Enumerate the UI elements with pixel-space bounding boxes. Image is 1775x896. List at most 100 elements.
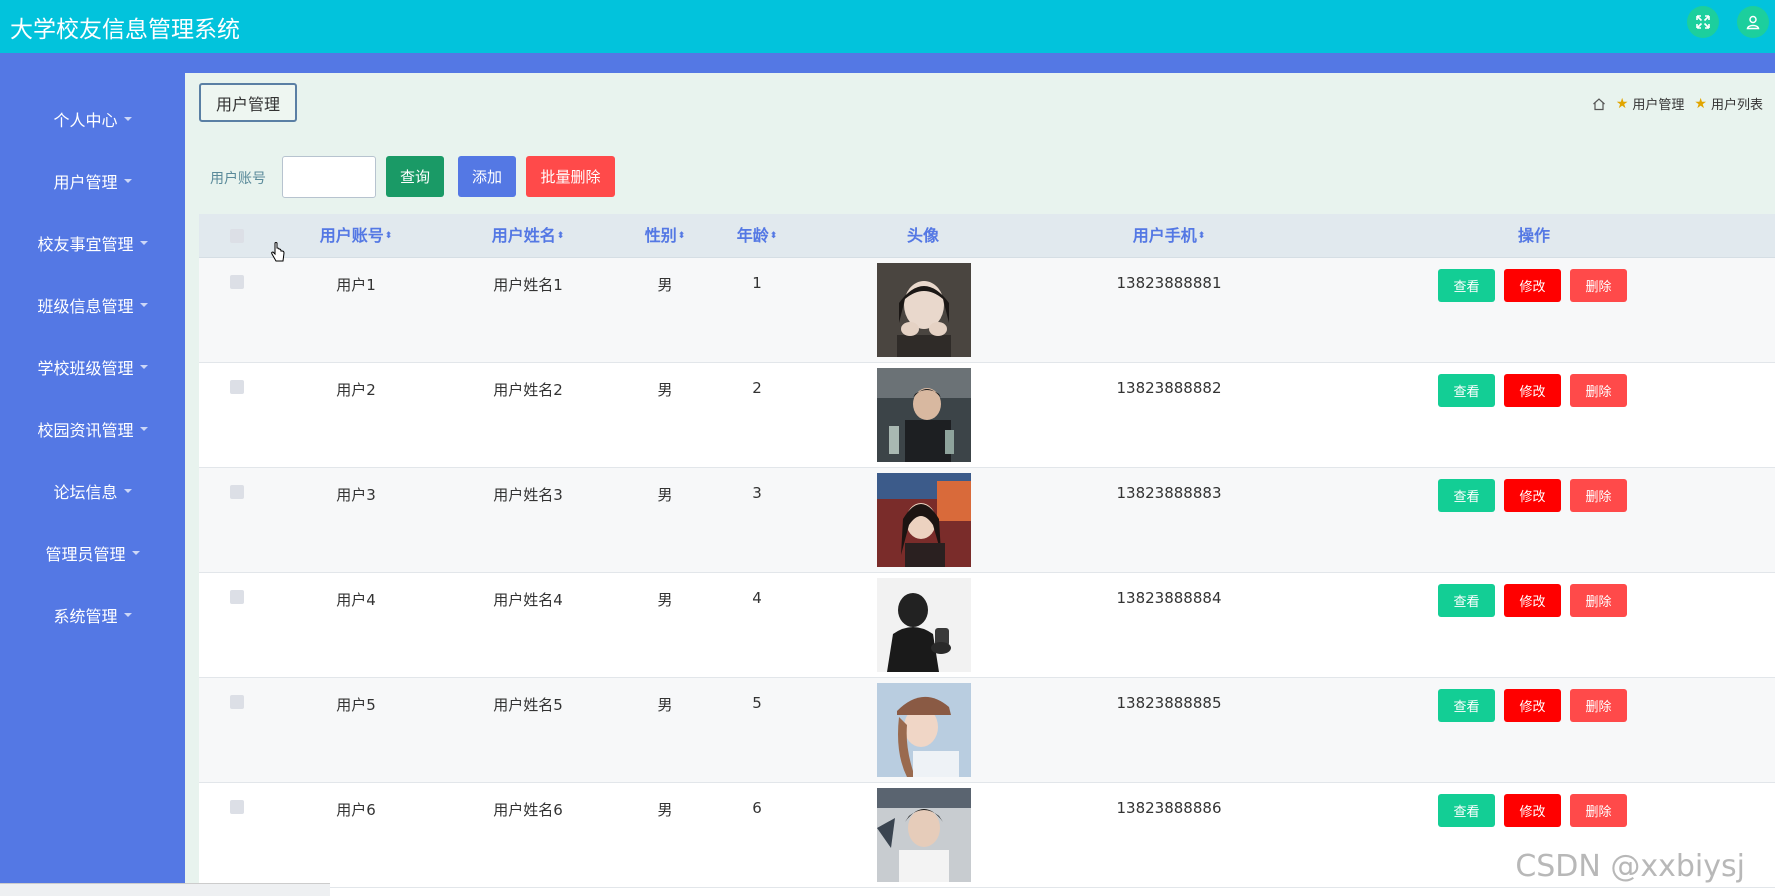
caret-down-icon <box>139 241 148 245</box>
cell-gender: 男 <box>657 591 673 609</box>
delete-button[interactable]: 删除 <box>1570 584 1627 617</box>
sidebar-item-label: 管理员管理 <box>45 545 126 564</box>
row-checkbox[interactable] <box>230 695 244 709</box>
header-name[interactable]: 用户姓名⬍ <box>492 214 565 257</box>
sidebar-item-class-info[interactable]: 班级信息管理 <box>0 285 185 325</box>
fullscreen-icon <box>1696 15 1710 29</box>
cell-phone: 13823888882 <box>1116 379 1222 397</box>
table-row: 用户3 用户姓名3 男 3 13823888883 查看 修改 删除 <box>199 468 1775 573</box>
header-phone[interactable]: 用户手机⬍ <box>1133 214 1206 257</box>
sort-icon: ⬍ <box>556 231 565 241</box>
delete-button[interactable]: 删除 <box>1570 374 1627 407</box>
sidebar-item-admin-management[interactable]: 管理员管理 <box>0 533 185 573</box>
cell-name: 用户姓名2 <box>493 381 563 399</box>
cell-account: 用户4 <box>336 591 376 609</box>
breadcrumb-item: 用户列表 <box>1710 98 1763 113</box>
row-checkbox[interactable] <box>230 800 244 814</box>
sidebar-item-label: 个人中心 <box>53 111 118 130</box>
cell-name: 用户姓名6 <box>493 801 563 819</box>
cell-phone: 13823888884 <box>1116 589 1222 607</box>
cell-age: 6 <box>752 799 762 817</box>
view-button[interactable]: 查看 <box>1438 269 1495 302</box>
add-button[interactable]: 添加 <box>458 156 516 197</box>
caret-down-icon <box>123 489 132 493</box>
sidebar-item-campus-news[interactable]: 校园资讯管理 <box>0 409 185 449</box>
avatar <box>877 578 971 672</box>
header-gender[interactable]: 性别⬍ <box>645 214 686 257</box>
sort-icon: ⬍ <box>677 231 686 241</box>
sidebar: 个人中心 用户管理 校友事宜管理 班级信息管理 学校班级管理 校园资讯管理 论坛… <box>0 73 185 896</box>
cell-age: 1 <box>752 274 762 292</box>
delete-button[interactable]: 删除 <box>1570 269 1627 302</box>
header-account[interactable]: 用户账号⬍ <box>320 214 393 257</box>
caret-down-icon <box>131 551 140 555</box>
fullscreen-button[interactable] <box>1687 6 1719 38</box>
query-button[interactable]: 查询 <box>386 156 444 197</box>
cell-account: 用户5 <box>336 696 376 714</box>
sidebar-item-user-management[interactable]: 用户管理 <box>0 161 185 201</box>
header-label: 性别 <box>644 226 677 245</box>
select-all-checkbox[interactable] <box>230 229 244 243</box>
caret-down-icon <box>123 179 132 183</box>
table-row: 用户5 用户姓名5 男 5 13823888885 查看 修改 删除 <box>199 678 1775 783</box>
header-age[interactable]: 年龄⬍ <box>737 214 778 257</box>
edit-button[interactable]: 修改 <box>1504 584 1561 617</box>
cell-gender: 男 <box>657 801 673 819</box>
cell-age: 4 <box>752 589 762 607</box>
table-header: 用户账号⬍ 用户姓名⬍ 性别⬍ 年龄⬍ 头像 用户手机⬍ 操作 <box>199 214 1775 258</box>
cell-gender: 男 <box>657 486 673 504</box>
table-row: 用户1 用户姓名1 男 1 13823888881 查看 修改 删除 <box>199 258 1775 363</box>
page-tab[interactable]: 用户管理 <box>199 83 297 122</box>
row-checkbox[interactable] <box>230 485 244 499</box>
sidebar-item-personal-center[interactable]: 个人中心 <box>0 99 185 139</box>
view-button[interactable]: 查看 <box>1438 374 1495 407</box>
account-search-input[interactable] <box>282 156 376 198</box>
edit-button[interactable]: 修改 <box>1504 479 1561 512</box>
view-button[interactable]: 查看 <box>1438 794 1495 827</box>
row-checkbox[interactable] <box>230 590 244 604</box>
view-button[interactable]: 查看 <box>1438 479 1495 512</box>
sidebar-item-label: 用户管理 <box>53 173 118 192</box>
cell-phone: 13823888881 <box>1116 274 1222 292</box>
avatar <box>877 683 971 777</box>
cell-phone: 13823888883 <box>1116 484 1222 502</box>
edit-button[interactable]: 修改 <box>1504 689 1561 722</box>
watermark: CSDN @xxbiysj <box>1515 849 1745 884</box>
table-row: 用户2 用户姓名2 男 2 13823888882 查看 修改 删除 <box>199 363 1775 468</box>
caret-down-icon <box>123 117 132 121</box>
header-avatar: 头像 <box>906 226 940 245</box>
hand-cursor-icon <box>271 242 285 262</box>
cell-account: 用户2 <box>336 381 376 399</box>
view-button[interactable]: 查看 <box>1438 584 1495 617</box>
batch-delete-button[interactable]: 批量删除 <box>526 156 615 197</box>
sidebar-item-label: 班级信息管理 <box>37 297 134 316</box>
header-label: 用户姓名 <box>491 226 556 245</box>
top-header: 大学校友信息管理系统 <box>0 0 1775 53</box>
user-table: 用户账号⬍ 用户姓名⬍ 性别⬍ 年龄⬍ 头像 用户手机⬍ 操作 用户1 用户姓名… <box>199 214 1775 896</box>
edit-button[interactable]: 修改 <box>1504 374 1561 407</box>
delete-button[interactable]: 删除 <box>1570 479 1627 512</box>
view-button[interactable]: 查看 <box>1438 689 1495 722</box>
sort-icon: ⬍ <box>769 231 778 241</box>
caret-down-icon <box>123 613 132 617</box>
edit-button[interactable]: 修改 <box>1504 269 1561 302</box>
user-button[interactable] <box>1737 6 1769 38</box>
sidebar-item-alumni-affairs[interactable]: 校友事宜管理 <box>0 223 185 263</box>
star-icon: ★ <box>1694 95 1707 112</box>
breadcrumb-item[interactable]: 用户管理 <box>1632 94 1684 113</box>
sidebar-item-system-management[interactable]: 系统管理 <box>0 595 185 635</box>
cell-age: 2 <box>752 379 762 397</box>
delete-button[interactable]: 删除 <box>1570 689 1627 722</box>
row-checkbox[interactable] <box>230 275 244 289</box>
row-checkbox[interactable] <box>230 380 244 394</box>
cell-gender: 男 <box>657 276 673 294</box>
search-label: 用户账号 <box>210 171 266 187</box>
edit-button[interactable]: 修改 <box>1504 794 1561 827</box>
cell-account: 用户3 <box>336 486 376 504</box>
delete-button[interactable]: 删除 <box>1570 794 1627 827</box>
home-icon[interactable] <box>1592 97 1606 111</box>
cell-gender: 男 <box>657 696 673 714</box>
sidebar-item-forum[interactable]: 论坛信息 <box>0 471 185 511</box>
header-label: 用户账号 <box>319 226 384 245</box>
sidebar-item-school-class[interactable]: 学校班级管理 <box>0 347 185 387</box>
